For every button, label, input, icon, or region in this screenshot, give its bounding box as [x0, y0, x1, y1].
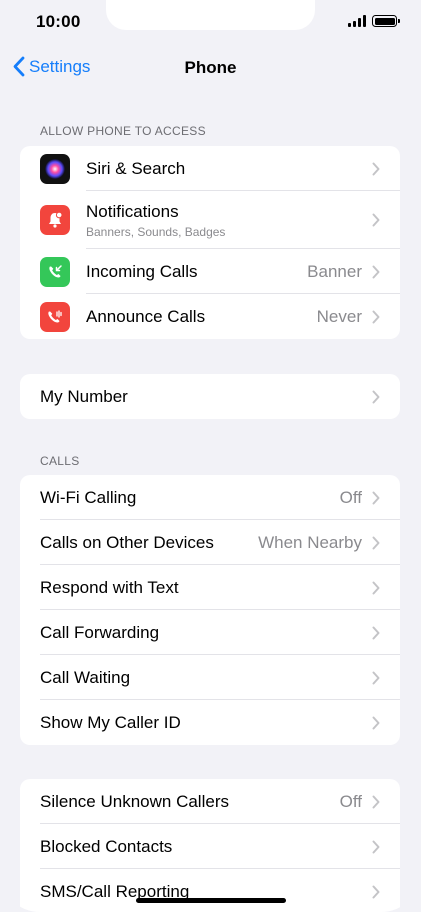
- status-bar: 10:00: [0, 0, 421, 44]
- row-value: Off: [339, 791, 362, 811]
- chevron-right-icon: [372, 491, 380, 504]
- row-notifications[interactable]: Notifications Banners, Sounds, Badges: [20, 191, 400, 249]
- page-title: Phone: [184, 58, 237, 77]
- chevron-right-icon: [372, 795, 380, 808]
- allow-access-group: Siri & Search Notifications Banners, Sou…: [20, 146, 400, 339]
- siri-icon: [40, 153, 70, 184]
- row-label: Call Forwarding: [40, 622, 160, 642]
- chevron-right-icon: [372, 265, 380, 278]
- row-siri-search[interactable]: Siri & Search: [20, 146, 400, 191]
- chevron-right-icon: [372, 840, 380, 853]
- row-call-waiting[interactable]: Call Waiting: [20, 655, 400, 700]
- row-value: Off: [339, 487, 362, 507]
- row-blocked-contacts[interactable]: Blocked Contacts: [20, 824, 400, 869]
- row-show-caller-id[interactable]: Show My Caller ID: [20, 700, 400, 745]
- chevron-right-icon: [372, 213, 380, 227]
- row-sublabel: Banners, Sounds, Badges: [86, 224, 226, 239]
- row-call-forwarding[interactable]: Call Forwarding: [20, 610, 400, 655]
- row-label: Announce Calls: [86, 306, 206, 326]
- chevron-right-icon: [372, 390, 380, 403]
- section-header-allow-access: ALLOW PHONE TO ACCESS: [40, 124, 206, 138]
- row-label: Call Waiting: [40, 667, 131, 687]
- row-label: Calls on Other Devices: [40, 532, 214, 552]
- row-label: Wi-Fi Calling: [40, 487, 137, 507]
- row-value: Banner: [307, 261, 362, 281]
- battery-icon: [372, 15, 400, 27]
- navigation-bar: Settings Phone: [0, 50, 421, 84]
- row-label: Respond with Text: [40, 577, 179, 597]
- status-icons: [348, 15, 400, 27]
- row-label: Silence Unknown Callers: [40, 791, 229, 811]
- row-label: Show My Caller ID: [40, 712, 181, 732]
- chevron-right-icon: [372, 536, 380, 549]
- announce-call-icon: [40, 301, 70, 332]
- chevron-right-icon: [372, 310, 380, 323]
- row-value: Never: [316, 306, 362, 326]
- blocking-group: Silence Unknown Callers Off Blocked Cont…: [20, 779, 400, 912]
- row-label: Incoming Calls: [86, 261, 198, 281]
- row-sms-call-reporting[interactable]: SMS/Call Reporting: [20, 869, 400, 912]
- row-calls-other-devices[interactable]: Calls on Other Devices When Nearby: [20, 520, 400, 565]
- row-announce-calls[interactable]: Announce Calls Never: [20, 294, 400, 339]
- chevron-right-icon: [372, 581, 380, 594]
- row-silence-unknown-callers[interactable]: Silence Unknown Callers Off: [20, 779, 400, 824]
- phone-screen: 10:00 Settings Phone ALLOW PHONE TO ACCE…: [0, 0, 421, 912]
- chevron-right-icon: [372, 671, 380, 684]
- chevron-right-icon: [372, 162, 380, 175]
- row-label: Siri & Search: [86, 158, 186, 178]
- my-number-group: My Number: [20, 374, 400, 419]
- status-time: 10:00: [36, 12, 81, 31]
- cellular-signal-icon: [348, 15, 366, 27]
- row-label: Blocked Contacts: [40, 836, 173, 856]
- row-label: Notifications: [86, 201, 179, 221]
- row-incoming-calls[interactable]: Incoming Calls Banner: [20, 249, 400, 294]
- row-respond-with-text[interactable]: Respond with Text: [20, 565, 400, 610]
- calls-group: Wi-Fi Calling Off Calls on Other Devices…: [20, 475, 400, 745]
- chevron-right-icon: [372, 626, 380, 639]
- bell-icon: [40, 205, 70, 235]
- row-my-number[interactable]: My Number: [20, 374, 400, 419]
- chevron-right-icon: [372, 885, 380, 898]
- chevron-right-icon: [372, 716, 380, 729]
- section-header-calls: CALLS: [40, 454, 80, 468]
- row-value: When Nearby: [258, 532, 362, 552]
- row-label: My Number: [40, 386, 128, 406]
- row-wifi-calling[interactable]: Wi-Fi Calling Off: [20, 475, 400, 520]
- home-indicator[interactable]: [136, 898, 286, 903]
- incoming-call-icon: [40, 256, 70, 287]
